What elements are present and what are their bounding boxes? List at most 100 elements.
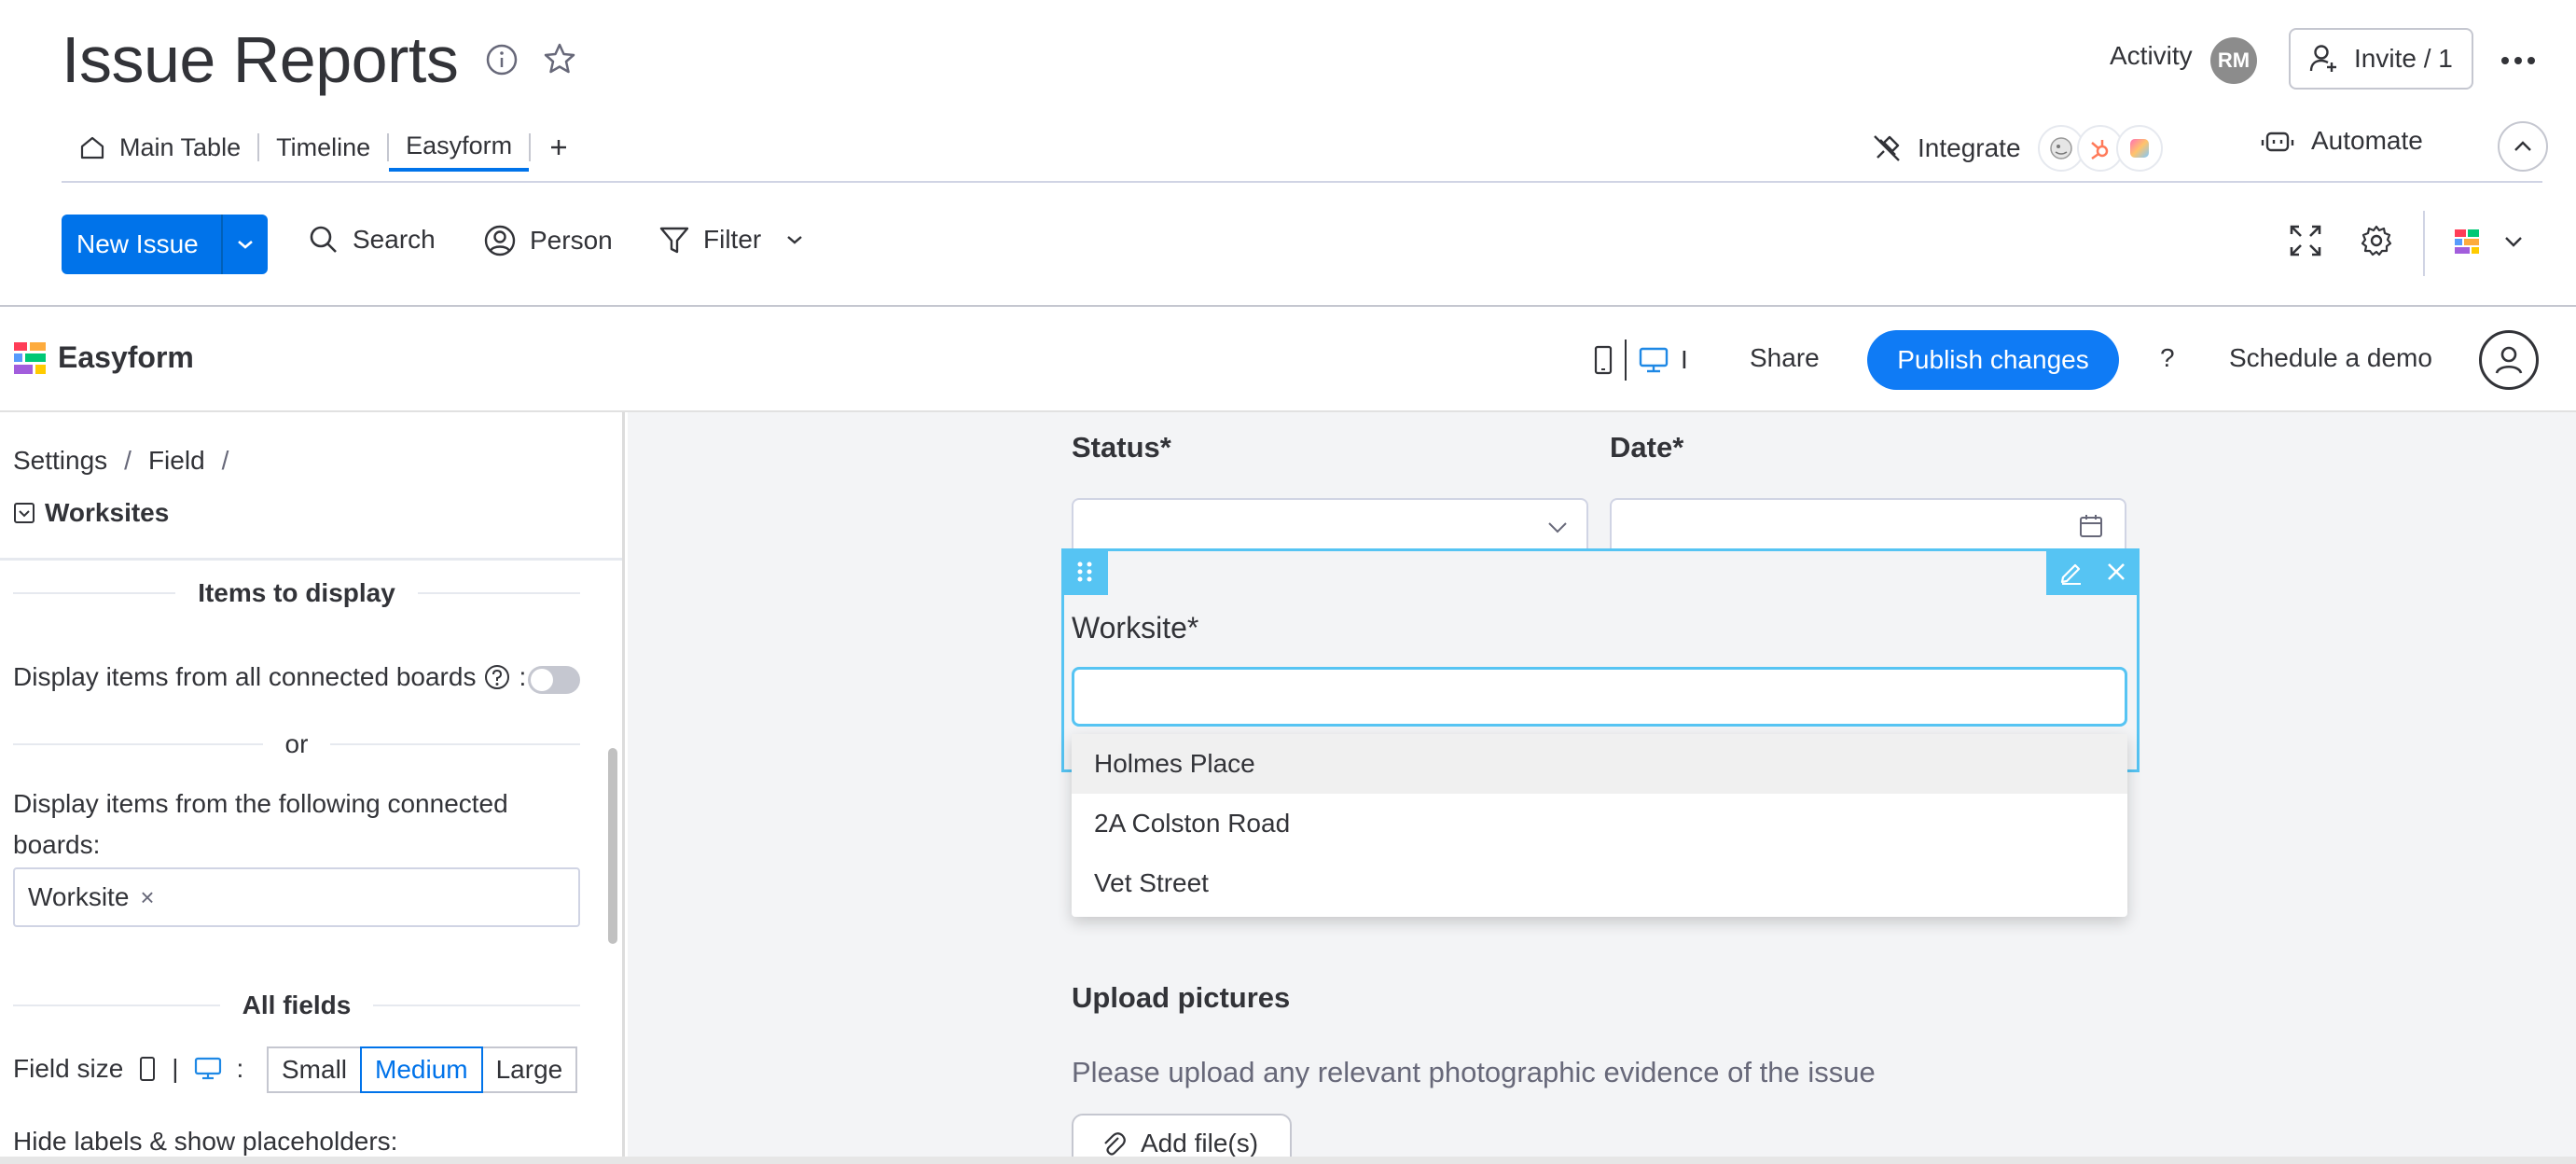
tab-timeline[interactable]: Timeline <box>259 123 387 172</box>
invite-button[interactable]: Invite / 1 <box>2289 28 2473 90</box>
view-tabs: Main Table Timeline Easyform <box>62 121 587 173</box>
tab-easyform[interactable]: Easyform <box>389 123 530 172</box>
edit-icon[interactable] <box>2058 559 2084 585</box>
desktop-icon[interactable] <box>1638 346 1669 374</box>
integrate-icon <box>1874 135 1900 161</box>
field-size-text: Field size <box>13 1054 124 1083</box>
display-all-boards-toggle[interactable] <box>528 666 580 694</box>
worksite-field-label: Worksite* <box>1072 611 1199 644</box>
remove-tag-icon[interactable]: × <box>140 883 154 912</box>
info-icon[interactable] <box>483 41 520 78</box>
breadcrumb-field[interactable]: Field <box>148 446 205 476</box>
breadcrumb-separator: / <box>124 446 132 475</box>
section-title: All fields <box>242 991 352 1019</box>
board-title[interactable]: Issue Reports <box>62 21 459 99</box>
help-circle-icon[interactable] <box>483 663 511 691</box>
size-small-option[interactable]: Small <box>267 1046 363 1093</box>
avatar[interactable]: RM <box>2210 37 2257 84</box>
date-field-label: Date* <box>1610 431 1684 464</box>
breadcrumb-settings[interactable]: Settings <box>13 446 107 476</box>
filter-icon <box>659 227 689 254</box>
field-size-label: Field size | : <box>13 1054 243 1084</box>
robot-icon <box>2261 132 2294 152</box>
integrate-button[interactable]: Integrate <box>1871 125 2163 172</box>
automate-label: Automate <box>2311 126 2423 155</box>
display-all-colon: : <box>519 662 527 691</box>
person-icon <box>484 225 516 256</box>
home-icon <box>80 136 104 159</box>
chevron-down-icon[interactable] <box>785 234 804 245</box>
dropdown-option[interactable]: Holmes Place <box>1072 734 2127 794</box>
or-label: or <box>284 729 309 758</box>
field-name-label: Worksites <box>45 498 170 527</box>
display-following-label: Display items from the following connect… <box>13 789 508 859</box>
dropdown-field-icon <box>14 503 35 523</box>
schedule-demo-link[interactable]: Schedule a demo <box>2229 343 2432 373</box>
all-fields-header: All fields <box>13 991 581 1020</box>
new-item-button-group: New Issue <box>62 215 268 274</box>
close-icon[interactable] <box>2105 561 2127 583</box>
toolbar-divider-line <box>0 305 2576 307</box>
mobile-icon[interactable] <box>1593 344 1613 376</box>
automate-button[interactable]: Automate <box>2261 125 2423 157</box>
connected-boards-select[interactable]: Worksite × <box>13 867 580 927</box>
chevron-down-icon <box>2505 237 2522 247</box>
board-apps-menu[interactable] <box>2453 228 2524 256</box>
help-button[interactable]: ? <box>2160 343 2175 373</box>
worksite-search-input[interactable] <box>1072 667 2127 727</box>
publish-changes-button[interactable]: Publish changes <box>1867 330 2119 390</box>
activity-link[interactable]: Activity <box>2110 41 2193 71</box>
share-button[interactable]: Share <box>1750 343 1820 373</box>
breadcrumb-separator: / <box>221 446 229 475</box>
new-item-dropdown-button[interactable] <box>220 215 268 274</box>
form-canvas: Status* Date* Worksite* Holmes Place 2A … <box>628 412 2576 1158</box>
board-tag: Worksite × <box>28 882 155 912</box>
date-input[interactable] <box>1610 498 2126 556</box>
mobile-icon[interactable] <box>138 1055 157 1083</box>
field-size-colon: : <box>236 1054 244 1083</box>
search-button[interactable]: Search <box>308 224 436 256</box>
new-item-button[interactable]: New Issue <box>62 215 221 274</box>
tab-label: Easyform <box>406 131 513 159</box>
person-filter-button[interactable]: Person <box>483 224 613 257</box>
tab-label: Timeline <box>276 132 371 161</box>
person-label: Person <box>530 226 613 255</box>
more-options-icon[interactable] <box>2500 54 2537 71</box>
easyform-logo: Easyform <box>13 340 194 375</box>
breadcrumb: Settings / Field / <box>13 446 229 476</box>
fullscreen-icon[interactable] <box>2287 222 2324 264</box>
add-view-button[interactable] <box>531 123 587 172</box>
upload-field-label: Upload pictures <box>1072 981 1291 1014</box>
star-icon[interactable] <box>541 40 578 77</box>
status-field-label: Status* <box>1072 431 1171 464</box>
plus-icon <box>551 140 567 155</box>
calendar-icon <box>2080 515 2102 537</box>
bottom-edge <box>0 1157 2576 1164</box>
size-large-option[interactable]: Large <box>480 1046 578 1093</box>
display-all-boards-label: Display items from all connected boards … <box>13 662 526 692</box>
upload-field-description: Please upload any relevant photographic … <box>1072 1056 1876 1088</box>
device-preview-toggle: I <box>1593 340 1688 381</box>
dropdown-option[interactable]: Vet Street <box>1072 853 2127 913</box>
field-size-selector: Small Medium Large <box>267 1046 578 1093</box>
panel-divider <box>0 558 622 561</box>
status-select[interactable] <box>1072 498 1588 556</box>
desktop-icon[interactable] <box>194 1057 222 1081</box>
user-account-icon[interactable] <box>2479 330 2539 390</box>
worksite-dropdown-menu: Holmes Place 2A Colston Road Vet Street <box>1072 734 2127 917</box>
gear-icon[interactable] <box>2360 224 2393 262</box>
chevron-down-icon <box>1548 522 1567 534</box>
collapse-header-button[interactable] <box>2498 121 2548 172</box>
drag-handle-icon[interactable] <box>1061 548 1108 595</box>
field-actions <box>2046 548 2140 595</box>
add-person-icon <box>2309 45 2336 72</box>
integrate-label: Integrate <box>1918 133 2021 162</box>
panel-scrollbar[interactable] <box>608 748 617 944</box>
filter-button[interactable]: Filter <box>658 224 804 256</box>
size-medium-option[interactable]: Medium <box>360 1046 483 1093</box>
add-files-button[interactable]: Add file(s) <box>1072 1114 1292 1158</box>
chevron-down-icon <box>237 241 253 249</box>
tab-main-table[interactable]: Main Table <box>62 123 257 172</box>
invite-label: Invite / 1 <box>2354 44 2453 73</box>
dropdown-option[interactable]: 2A Colston Road <box>1072 794 2127 853</box>
